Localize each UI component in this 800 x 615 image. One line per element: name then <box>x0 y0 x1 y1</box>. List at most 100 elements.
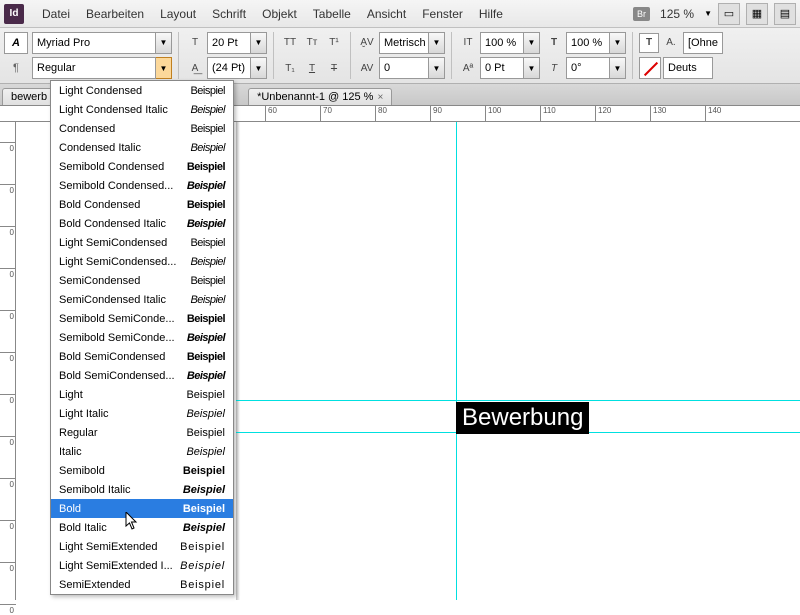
skew-field[interactable]: 0° <box>566 57 610 79</box>
superscript-icon[interactable]: T¹ <box>324 33 344 53</box>
tab-close-icon[interactable]: × <box>377 92 383 103</box>
allcaps-icon[interactable]: TT <box>280 33 300 53</box>
tracking-dropdown-button[interactable]: ▼ <box>429 57 445 79</box>
font-style-option[interactable]: RegularBeispiel <box>51 423 233 442</box>
ruler-tick: 140 <box>705 106 721 122</box>
font-style-option[interactable]: SemiCondensed ItalicBeispiel <box>51 290 233 309</box>
font-style-option[interactable]: Light CondensedBeispiel <box>51 81 233 100</box>
font-style-option[interactable]: Semibold ItalicBeispiel <box>51 480 233 499</box>
menu-item[interactable]: Hilfe <box>471 3 511 25</box>
kerning-dropdown-button[interactable]: ▼ <box>429 32 445 54</box>
vertical-guide[interactable] <box>456 122 457 600</box>
arrange-icon[interactable]: ▦ <box>746 3 768 25</box>
ruler-tick: 0 <box>0 436 16 447</box>
font-style-option[interactable]: ItalicBeispiel <box>51 442 233 461</box>
char-style-icon[interactable]: A. <box>661 33 681 53</box>
no-stroke-icon[interactable] <box>639 57 661 79</box>
font-style-option[interactable]: Light SemiExtendedBeispiel <box>51 537 233 556</box>
font-style-option[interactable]: Light SemiCondensedBeispiel <box>51 233 233 252</box>
baseline-field[interactable]: 0 Pt <box>480 57 524 79</box>
font-style-option[interactable]: Bold SemiCondensedBeispiel <box>51 347 233 366</box>
char-style-field[interactable]: [Ohne <box>683 32 723 54</box>
hscale-field[interactable]: 100 % <box>566 32 610 54</box>
tab-label: *Unbenannt-1 @ 125 % <box>257 91 373 103</box>
option-label: Semibold SemiConde... <box>59 332 175 344</box>
font-family-field[interactable]: Myriad Pro <box>32 32 156 54</box>
ruler-tick: 0 <box>0 352 16 363</box>
menu-item[interactable]: Tabelle <box>305 3 359 25</box>
font-size-field[interactable]: 20 Pt <box>207 32 251 54</box>
option-label: Light SemiCondensed <box>59 237 167 249</box>
selected-text[interactable]: Bewerbung <box>456 402 589 434</box>
font-style-option[interactable]: Bold CondensedBeispiel <box>51 195 233 214</box>
leading-field[interactable]: (24 Pt) <box>207 57 251 79</box>
font-style-option[interactable]: SemiboldBeispiel <box>51 461 233 480</box>
font-style-option[interactable]: Semibold SemiConde...Beispiel <box>51 309 233 328</box>
menu-item[interactable]: Layout <box>152 3 204 25</box>
fill-icon[interactable]: T <box>639 33 659 53</box>
ruler-tick: 70 <box>320 106 332 122</box>
font-family-dropdown-button[interactable]: ▼ <box>156 32 172 54</box>
option-label: Light SemiExtended I... <box>59 560 173 572</box>
font-style-option[interactable]: SemiExtendedBeispiel <box>51 575 233 594</box>
option-sample: Beispiel <box>187 161 225 173</box>
menu-item[interactable]: Objekt <box>254 3 305 25</box>
view-options-icon[interactable]: ▤ <box>774 3 796 25</box>
bridge-badge[interactable]: Br <box>633 7 650 21</box>
font-style-dropdown[interactable]: Light CondensedBeispielLight Condensed I… <box>50 80 234 595</box>
underline-icon[interactable]: T <box>302 58 322 78</box>
baseline-dropdown-button[interactable]: ▼ <box>524 57 540 79</box>
font-style-option[interactable]: Semibold SemiConde...Beispiel <box>51 328 233 347</box>
paragraph-mode-icon[interactable]: ¶ <box>4 57 28 79</box>
skew-dropdown-button[interactable]: ▼ <box>610 57 626 79</box>
option-sample: Beispiel <box>187 199 225 211</box>
ruler-tick: 110 <box>540 106 556 122</box>
font-style-field[interactable]: Regular <box>32 57 156 79</box>
font-style-option[interactable]: Semibold Condensed...Beispiel <box>51 176 233 195</box>
font-style-option[interactable]: Bold SemiCondensed...Beispiel <box>51 366 233 385</box>
option-sample: Beispiel <box>187 180 225 192</box>
menu-item[interactable]: Datei <box>34 3 78 25</box>
tracking-field[interactable]: 0 <box>379 57 429 79</box>
zoom-level[interactable]: 125 % <box>656 7 698 21</box>
font-style-option[interactable]: Bold ItalicBeispiel <box>51 518 233 537</box>
font-style-option[interactable]: Light SemiExtended I...Beispiel <box>51 556 233 575</box>
leading-dropdown-button[interactable]: ▼ <box>251 57 267 79</box>
skew-icon: T <box>544 58 564 78</box>
font-style-option[interactable]: LightBeispiel <box>51 385 233 404</box>
kerning-field[interactable]: Metrisch <box>379 32 429 54</box>
font-style-option[interactable]: Semibold CondensedBeispiel <box>51 157 233 176</box>
option-sample: Beispiel <box>187 218 225 230</box>
font-style-option[interactable]: SemiCondensedBeispiel <box>51 271 233 290</box>
horizontal-guide[interactable] <box>236 400 800 401</box>
vscale-field[interactable]: 100 % <box>480 32 524 54</box>
font-style-option[interactable]: Light SemiCondensed...Beispiel <box>51 252 233 271</box>
font-style-option[interactable]: Light Condensed ItalicBeispiel <box>51 100 233 119</box>
page-edge <box>236 122 240 600</box>
font-style-dropdown-button[interactable]: ▼ <box>156 57 172 79</box>
document-tab[interactable]: bewerb <box>2 88 56 105</box>
option-sample: Beispiel <box>187 313 225 325</box>
font-size-icon: T <box>185 33 205 53</box>
font-style-option[interactable]: CondensedBeispiel <box>51 119 233 138</box>
vscale-dropdown-button[interactable]: ▼ <box>524 32 540 54</box>
language-field[interactable]: Deuts <box>663 57 713 79</box>
menu-item[interactable]: Schrift <box>204 3 254 25</box>
smallcaps-icon[interactable]: Tᴛ <box>302 33 322 53</box>
screen-mode-icon[interactable]: ▭ <box>718 3 740 25</box>
font-style-option[interactable]: BoldBeispiel <box>51 499 233 518</box>
font-style-option[interactable]: Light ItalicBeispiel <box>51 404 233 423</box>
font-size-dropdown-button[interactable]: ▼ <box>251 32 267 54</box>
strikethrough-icon[interactable]: T <box>324 58 344 78</box>
menu-item[interactable]: Ansicht <box>359 3 414 25</box>
vertical-ruler[interactable]: 000000000000 <box>0 122 16 600</box>
document-tab[interactable]: *Unbenannt-1 @ 125 % × <box>248 88 392 105</box>
menu-item[interactable]: Fenster <box>414 3 471 25</box>
subscript-icon[interactable]: T₁ <box>280 58 300 78</box>
character-mode-icon[interactable]: A <box>4 32 28 54</box>
menu-item[interactable]: Bearbeiten <box>78 3 152 25</box>
font-style-option[interactable]: Condensed ItalicBeispiel <box>51 138 233 157</box>
font-style-option[interactable]: Bold Condensed ItalicBeispiel <box>51 214 233 233</box>
hscale-dropdown-button[interactable]: ▼ <box>610 32 626 54</box>
ruler-tick: 0 <box>0 604 16 615</box>
